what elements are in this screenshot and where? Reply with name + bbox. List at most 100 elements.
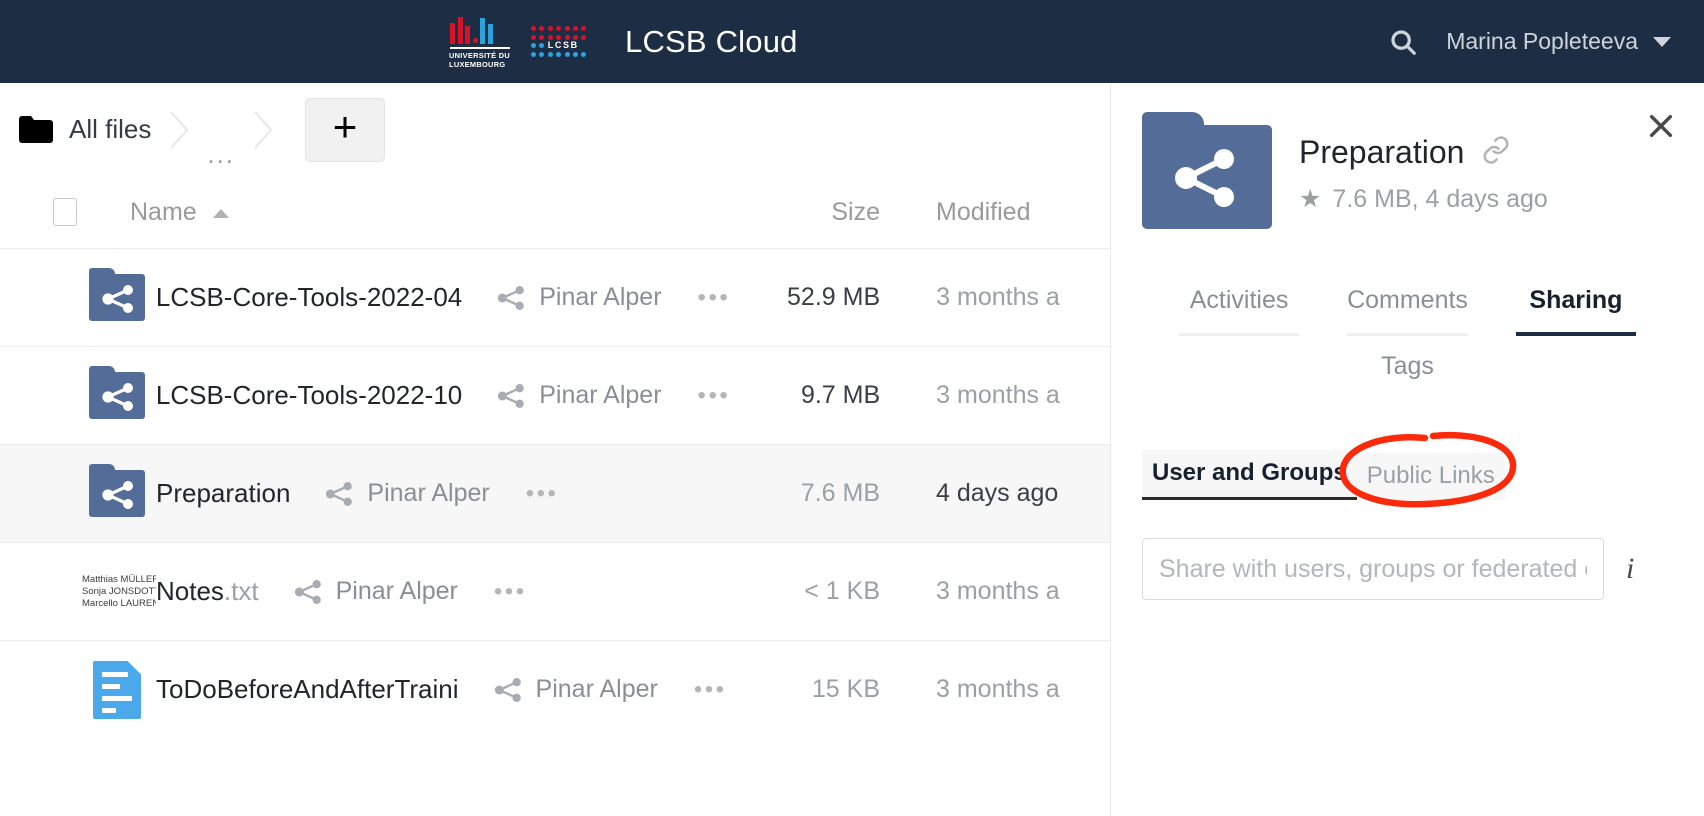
subtab-public-links[interactable]: Public Links [1356,453,1505,500]
tab-label: Tags [1381,352,1434,380]
shared-by-label: Pinar Alper [539,381,662,409]
search-icon[interactable] [1386,25,1420,59]
breadcrumb-ellipsis[interactable]: ... [207,139,235,176]
lcsb-dot-row [531,34,599,40]
shared-by[interactable]: Pinar Alper [293,577,458,606]
file-modified-label: 3 months a [936,381,1060,409]
subtab-user-and-groups[interactable]: User and Groups [1142,450,1357,500]
file-name-cell[interactable]: Notes.txt Pinar Alper ••• [156,576,730,607]
select-all-checkbox[interactable] [53,198,77,226]
file-size-cell: 15 KB [730,675,880,704]
document-icon [93,660,141,719]
shared-by[interactable]: Pinar Alper [493,675,658,704]
app-title: LCSB Cloud [625,23,798,59]
file-name-cell[interactable]: LCSB-Core-Tools-2022-10 Pinar Alper ••• [156,380,730,411]
select-all-cell [0,198,130,226]
university-name-line1: UNIVERSITÉ DU [449,50,510,60]
column-header-name-label: Name [130,197,197,226]
share-input[interactable] [1142,538,1604,600]
tab-label: Comments [1347,286,1468,314]
file-size-label: < 1 KB [804,577,880,605]
file-extension-label: .txt [223,576,259,606]
file-modified-label: 4 days ago [936,479,1059,507]
file-name-cell[interactable]: ToDoBeforeAndAfterTraini Pinar Alper ••• [156,674,730,705]
lcsb-wordmark-row: LCSB [531,41,599,50]
breadcrumb-home[interactable]: All files [19,114,151,145]
lcsb-logo: LCSB [531,16,599,68]
shared-by-label: Pinar Alper [539,283,662,311]
subtab-public-links-label: Public Links [1366,462,1495,489]
thumbnail-line: Marcello LAUREN [82,597,156,609]
link-icon[interactable] [1481,135,1511,170]
file-modified-cell: 3 months a [880,381,1110,410]
folder-icon [19,116,53,143]
column-header-size[interactable]: Size [730,198,880,227]
shared-folder-icon [88,268,145,321]
new-file-button[interactable]: + [305,97,386,162]
file-name-label: Notes.txt [156,576,259,606]
file-name-cell[interactable]: LCSB-Core-Tools-2022-04 Pinar Alper ••• [156,282,730,313]
row-actions-menu[interactable]: ••• [526,480,559,508]
tab-label: Activities [1189,286,1289,314]
chevron-right-icon [249,108,277,152]
table-row[interactable]: Matthias MÜLLER Sonja JONSDOTTI Marcello L… [0,542,1110,640]
sort-ascending-icon [212,209,229,218]
user-menu[interactable]: Marina Popleteeva [1446,28,1671,55]
file-size-cell: 52.9 MB [730,283,880,312]
file-modified-cell: 3 months a [880,283,1110,312]
table-row[interactable]: LCSB-Core-Tools-2022-04 Pinar Alper ••• 52.… [0,248,1110,346]
header-right-controls: Marina Popleteeva [1386,0,1671,83]
sidebar-file-meta: 7.6 MB, 4 days ago [1332,185,1548,213]
star-icon[interactable]: ★ [1299,187,1321,212]
university-of-luxembourg-logo: UNIVERSITÉ DU LUXEMBOURG [449,16,512,69]
thumbnail-line: Sonja JONSDOTTI [82,585,156,597]
column-header-modified[interactable]: Modified [880,198,1110,227]
shared-by[interactable]: Pinar Alper [324,479,490,508]
lcsb-dot-row [531,26,599,32]
shared-by[interactable]: Pinar Alper [496,381,662,410]
user-name-label: Marina Popleteeva [1446,28,1638,54]
subtab-user-and-groups-label: User and Groups [1152,459,1347,486]
brand-logos[interactable]: UNIVERSITÉ DU LUXEMBOURG LCSB LCSB Cloud [449,0,798,83]
tab-sharing[interactable]: Sharing [1515,286,1636,336]
file-name-cell[interactable]: Preparation Pinar Alper ••• [156,478,730,509]
tab-tags[interactable]: Tags [1137,352,1678,398]
file-size-label: 9.7 MB [800,381,881,409]
row-actions-menu[interactable]: ••• [698,284,731,312]
file-size-cell: 7.6 MB [730,479,880,508]
file-rows: LCSB-Core-Tools-2022-04 Pinar Alper ••• 52.… [0,248,1110,738]
row-actions-menu[interactable]: ••• [494,578,527,606]
tab-activities[interactable]: Activities [1179,286,1300,336]
app-header: UNIVERSITÉ DU LUXEMBOURG LCSB LCSB Cloud… [0,0,1704,83]
row-actions-menu[interactable]: ••• [698,382,731,410]
tab-label: Sharing [1529,286,1623,314]
file-size-label: 15 KB [811,675,880,703]
chevron-right-icon [165,108,193,152]
breadcrumb-home-label: All files [69,114,152,144]
sidebar-file-info: Preparation ★ 7.6 MB, 4 days ago [1299,120,1548,214]
file-name-label: ToDoBeforeAndAfterTraini [156,674,459,704]
sidebar-header: Preparation ★ 7.6 MB, 4 days ago [1111,83,1704,229]
text-preview-thumbnail: Matthias MÜLLER Sonja JONSDOTTI Marcello L… [78,566,156,618]
table-row[interactable]: LCSB-Core-Tools-2022-10 Pinar Alper ••• 9.7… [0,346,1110,444]
column-header-name[interactable]: Name [130,198,730,227]
close-icon[interactable] [1644,109,1678,143]
share-input-row: i [1111,538,1704,600]
shared-by[interactable]: Pinar Alper [496,283,662,312]
file-size-label: 52.9 MB [787,283,881,311]
details-sidebar: Preparation ★ 7.6 MB, 4 days ago Activit… [1110,83,1704,816]
table-row[interactable]: Preparation Pinar Alper ••• 7.6 MB 4 days ag… [0,444,1110,542]
column-header-modified-label: Modified [936,197,1031,226]
tab-comments[interactable]: Comments [1347,286,1468,336]
file-type-icon-cell [78,464,156,517]
info-icon[interactable]: i [1626,552,1634,586]
file-size-cell: 9.7 MB [730,381,880,410]
nextcloud-files-page: UNIVERSITÉ DU LUXEMBOURG LCSB LCSB Cloud… [0,0,1704,816]
sidebar-file-title: Preparation [1299,134,1465,170]
file-name-label: LCSB-Core-Tools-2022-04 [155,282,463,312]
file-size-label: 7.6 MB [800,479,880,507]
file-size-cell: < 1 KB [730,577,880,606]
table-row[interactable]: ToDoBeforeAndAfterTraini Pinar Alper ••• 15… [0,640,1110,738]
row-actions-menu[interactable]: ••• [694,676,727,704]
file-type-icon-cell [78,366,156,419]
